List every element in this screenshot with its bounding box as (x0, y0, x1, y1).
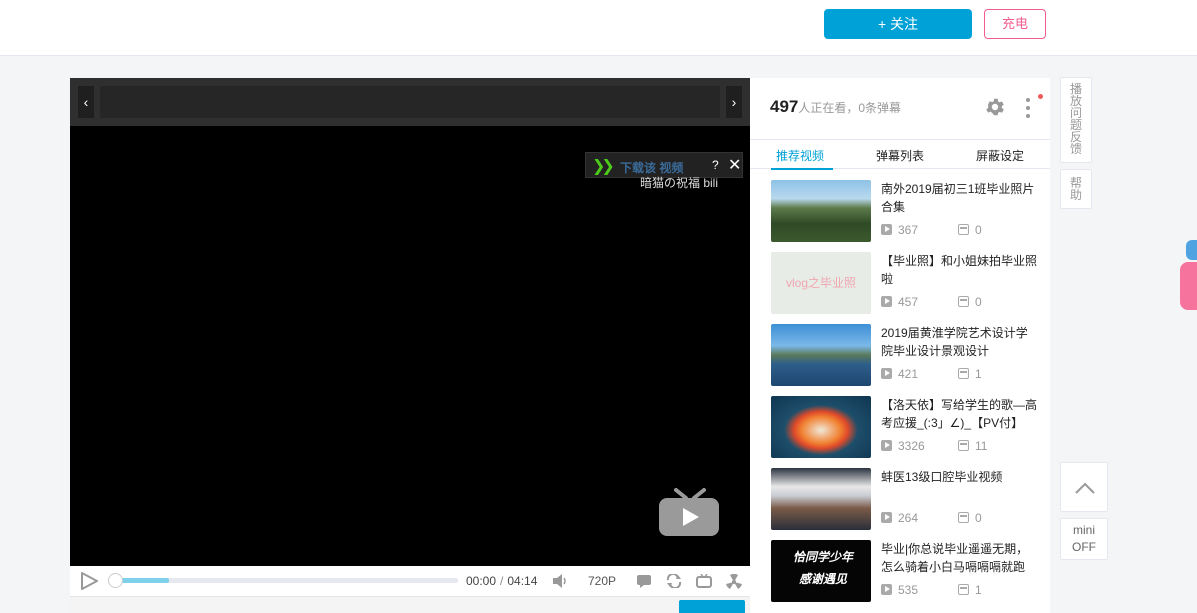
danmaku-count-icon (958, 584, 969, 595)
play-count: 264 (881, 511, 918, 525)
playback-feedback-label: 播放问题反馈 (1070, 82, 1083, 156)
list-item[interactable]: 恰同学少年 感谢遇见 毕业|你总说毕业遥遥无期，怎么骑着小白马嗝嗝嗝就跑 535… (771, 540, 1041, 602)
video-title[interactable]: 南外2019届初三1班毕业照片合集 (881, 180, 1039, 216)
video-watermark: 暗猫の祝福 bili (640, 176, 719, 190)
tv-icon[interactable] (696, 574, 712, 588)
video-thumbnail[interactable]: 恰同学少年 感谢遇见 (771, 540, 871, 602)
list-item[interactable]: 【洛天依】写给学生的歌—高考应援_(:3」∠)_【PV付】 3326 11 (771, 396, 1041, 458)
top-bar: + 关注 充电 (0, 0, 1197, 56)
danmaku-input-bar (70, 596, 750, 613)
player-header-slot (100, 86, 720, 118)
player-sidebar: 497人正在看，0条弹幕 推荐视频 弹幕列表 屏蔽设定 南外2019届初三1班毕… (750, 78, 1050, 613)
mini-label: mini (1072, 523, 1095, 537)
bilibili-tv-icon (659, 488, 719, 536)
back-to-top-button[interactable] (1060, 462, 1108, 512)
chevron-left-icon[interactable]: ‹ (78, 86, 94, 118)
viewer-text: 人正在看，0条弹幕 (798, 101, 902, 115)
time-display: 00:00/04:14 (466, 574, 537, 588)
list-item[interactable]: 2019届黄淮学院艺术设计学院毕业设计景观设计 421 1 (771, 324, 1041, 386)
list-item[interactable]: vlog之毕业照 【毕业照】和小姐妹拍毕业照啦 457 0 (771, 252, 1041, 314)
chevron-up-icon (1075, 482, 1095, 494)
help-button[interactable]: 帮助 (1060, 169, 1092, 209)
chevron-right-icon[interactable]: › (726, 86, 742, 118)
mini-state: OFF (1072, 540, 1096, 554)
progress-bar[interactable] (108, 573, 458, 588)
radiation-icon[interactable] (726, 574, 742, 590)
danmaku-count: 0 (958, 223, 982, 237)
list-item[interactable]: 蚌医13级口腔毕业视频 264 0 (771, 468, 1041, 530)
danmaku-count: 11 (958, 439, 987, 453)
mini-player-toggle[interactable]: mini OFF (1060, 518, 1108, 560)
quality-selector[interactable]: 720P (588, 574, 616, 588)
thumbnail-caption: 恰同学少年 (793, 550, 854, 564)
danmaku-count-icon (958, 440, 969, 451)
video-title[interactable]: 蚌医13级口腔毕业视频 (881, 468, 1039, 486)
play-count: 367 (881, 223, 918, 237)
more-options-icon[interactable] (1026, 98, 1030, 122)
video-title[interactable]: 2019届黄淮学院艺术设计学院毕业设计景观设计 (881, 324, 1039, 360)
danmaku-count: 0 (958, 511, 982, 525)
tab-recommended[interactable]: 推荐视频 (776, 147, 824, 164)
viewer-info: 497人正在看，0条弹幕 (770, 97, 901, 117)
double-arrow-icon: ❯❯ (592, 158, 615, 175)
video-title[interactable]: 毕业|你总说毕业遥遥无期，怎么骑着小白马嗝嗝嗝就跑 (881, 540, 1039, 576)
video-thumbnail[interactable] (771, 468, 871, 530)
charge-button[interactable]: 充电 (984, 9, 1046, 39)
danmaku-count-icon (958, 512, 969, 523)
viewer-count: 497 (770, 97, 799, 116)
video-title[interactable]: 【毕业照】和小姐妹拍毕业照啦 (881, 252, 1039, 288)
follow-button[interactable]: + 关注 (824, 9, 972, 39)
send-danmaku-button[interactable] (679, 600, 745, 613)
side-tab-widget[interactable] (1180, 262, 1197, 310)
current-time: 00:00 (466, 574, 497, 588)
play-count-icon (881, 512, 892, 523)
mascot-icon[interactable] (1186, 240, 1197, 260)
duration: 04:14 (507, 574, 538, 588)
danmaku-count: 0 (958, 295, 982, 309)
play-count: 3326 (881, 439, 925, 453)
tab-block-settings[interactable]: 屏蔽设定 (976, 147, 1024, 164)
thumbnail-caption: vlog之毕业照 (785, 276, 856, 290)
video-thumbnail[interactable] (771, 324, 871, 386)
play-count-icon (881, 224, 892, 235)
thumbnail-caption: 感谢遇见 (799, 572, 848, 586)
volume-icon[interactable] (552, 574, 568, 588)
video-thumbnail[interactable] (771, 396, 871, 458)
loop-icon[interactable] (666, 574, 682, 588)
help-label: 帮助 (1070, 176, 1083, 202)
video-title[interactable]: 【洛天依】写给学生的歌—高考应援_(:3」∠)_【PV付】 (881, 396, 1039, 432)
tab-danmaku-list[interactable]: 弹幕列表 (876, 147, 924, 164)
play-count-icon (881, 368, 892, 379)
sidebar-tabs: 推荐视频 弹幕列表 屏蔽设定 (750, 139, 1050, 170)
video-thumbnail[interactable]: vlog之毕业照 (771, 252, 871, 314)
video-thumbnail[interactable] (771, 180, 871, 242)
play-count: 457 (881, 295, 918, 309)
play-count-icon (881, 584, 892, 595)
danmaku-count-icon (958, 224, 969, 235)
play-count-icon (881, 440, 892, 451)
video-player[interactable]: ‹ › ❯❯ 下载该 视频 ? ✕ 暗猫の祝福 bili 00:00/04:14… (70, 78, 750, 613)
danmaku-count: 1 (958, 583, 982, 597)
player-header-bar: ‹ › (70, 78, 750, 126)
danmaku-count-icon (958, 296, 969, 307)
close-icon[interactable]: ✕ (728, 155, 741, 175)
notification-dot (1038, 94, 1043, 99)
player-controls: 00:00/04:14 720P (70, 566, 750, 596)
playback-feedback-button[interactable]: 播放问题反馈 (1060, 77, 1092, 163)
play-count: 535 (881, 583, 918, 597)
active-tab-indicator (771, 168, 833, 170)
progress-handle[interactable] (108, 573, 123, 588)
danmaku-count: 1 (958, 367, 982, 381)
help-icon[interactable]: ? (712, 158, 719, 172)
danmaku-toggle-icon[interactable] (636, 574, 652, 588)
play-count: 421 (881, 367, 918, 381)
play-icon[interactable] (80, 572, 98, 590)
play-count-icon (881, 296, 892, 307)
gear-icon[interactable] (984, 96, 1006, 118)
danmaku-count-icon (958, 368, 969, 379)
time-separator: / (500, 574, 504, 588)
list-item[interactable]: 南外2019届初三1班毕业照片合集 367 0 (771, 180, 1041, 242)
